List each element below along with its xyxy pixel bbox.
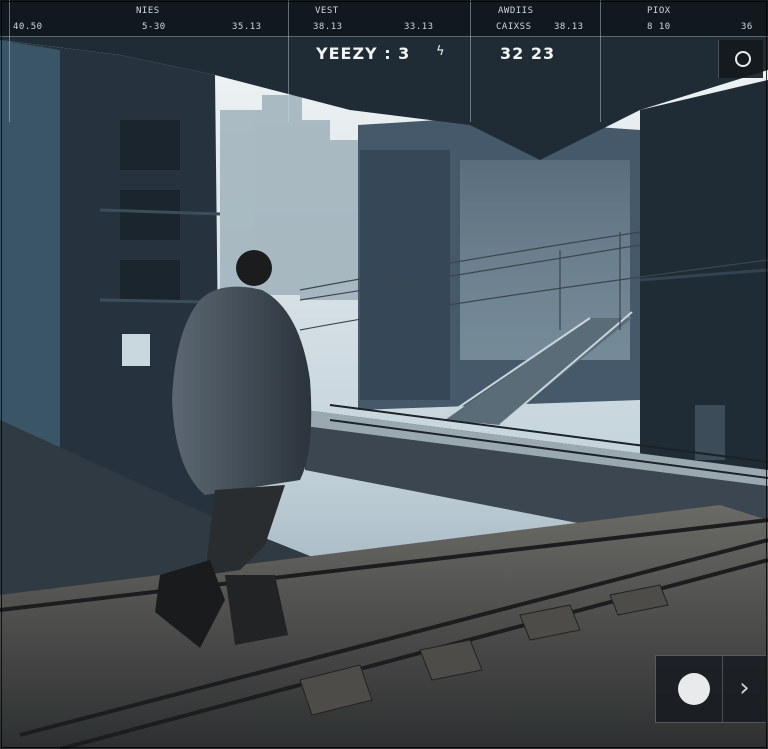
- ring-icon: [735, 51, 751, 67]
- hud-col-1-value: 5-30: [142, 22, 166, 32]
- right-building: [639, 80, 768, 480]
- hud-divider: [470, 0, 471, 122]
- game-scene: [0, 0, 768, 749]
- hud-divider: [600, 0, 601, 122]
- lightning-icon: ϟ: [436, 44, 445, 59]
- hud-divider: [9, 0, 10, 122]
- hud-col-3-extra: 38.13: [554, 22, 584, 32]
- hud-mid-readout: 35.13: [232, 22, 262, 32]
- record-circle-icon[interactable]: [678, 673, 710, 705]
- hud-title: YEEZY : 3: [316, 44, 411, 63]
- hud-underline: [0, 36, 768, 37]
- hud-col-3-value: CAIXSS: [496, 22, 532, 32]
- hud-col-2-head: VEST: [315, 6, 339, 16]
- hud-right-readout-a: 33.13: [404, 22, 434, 32]
- hud-col-2-value: 38.13: [313, 22, 343, 32]
- hud-col-1-head: NIES: [136, 6, 160, 16]
- hud-col-4-value: 8 10: [647, 22, 671, 32]
- center-building: [358, 118, 640, 410]
- hud-divider: [288, 0, 289, 122]
- hud-col-3-head: AWDIIS: [498, 6, 534, 16]
- hud-col-4-head: PIOX: [647, 6, 671, 16]
- control-panel: ›: [655, 655, 767, 723]
- hud-left-readout: 40.50: [13, 22, 43, 32]
- camera-toggle-button[interactable]: [718, 40, 763, 78]
- chevron-right-icon[interactable]: ›: [723, 656, 766, 722]
- hud-counter: 32 23: [500, 44, 556, 63]
- hud-right-readout-b: 36: [741, 22, 753, 32]
